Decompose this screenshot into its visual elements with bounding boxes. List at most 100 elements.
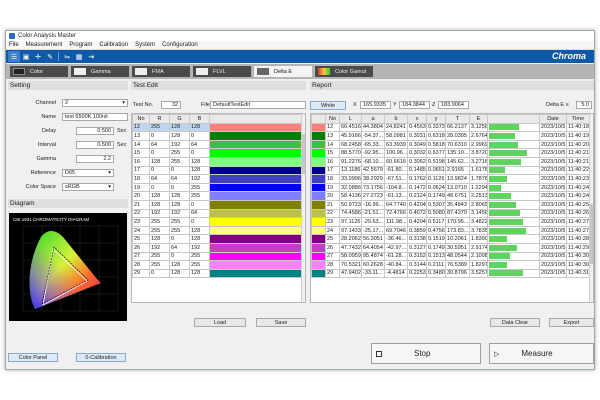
delta-e-bar-fill — [489, 261, 508, 268]
deltae-input[interactable]: 5.0 — [576, 101, 592, 109]
table-row[interactable]: 27 255 0 255 — [132, 251, 302, 262]
report-scrollbar[interactable] — [589, 114, 593, 302]
table-row[interactable]: 28 255 128 255 — [132, 260, 302, 270]
measure-button[interactable]: ▷ Measure — [489, 343, 594, 364]
save-icon[interactable]: ▣ — [20, 51, 32, 62]
cell-l: 32.0886 — [339, 182, 362, 193]
color-swatch — [311, 182, 326, 193]
diagram-header: Diagram — [8, 199, 128, 208]
stop-button[interactable]: Stop — [371, 343, 481, 364]
export-button[interactable]: Export — [549, 318, 594, 327]
table-row[interactable]: 25 28.2062 56.3051 -36.46... 0.3138 0.1519 10.… — [311, 234, 590, 244]
menu-configuration[interactable]: Configuration — [162, 42, 198, 48]
table-row[interactable]: 14 68.2458 -65.33... 63.3939 0.3049 0.5818 70.… — [311, 139, 590, 150]
testno-input[interactable]: 32 — [161, 101, 181, 109]
interval-input[interactable]: 0.500 — [76, 141, 114, 149]
zero-calibration-button[interactable]: 0-Calibration — [76, 353, 126, 362]
testedit-scrollbar[interactable] — [301, 114, 305, 302]
grid-icon[interactable]: ▦ — [73, 51, 85, 62]
reference-select[interactable]: D65 ▾ — [62, 169, 114, 177]
color-swatch — [209, 131, 302, 141]
table-row[interactable]: 22 192 192 64 — [132, 208, 302, 219]
table-row[interactable]: 18 33.0996 38.2929 -67.51... 0.1762 0.1126 13.… — [311, 174, 590, 184]
table-row[interactable]: 23 255 255 0 — [132, 217, 302, 227]
export-icon[interactable]: ⇥ — [85, 51, 97, 62]
y-label: Y — [393, 102, 397, 108]
table-row[interactable]: 26 47.7432 64.4054 -42.97... 0.3127 0.1749 30.… — [311, 242, 590, 253]
table-row[interactable]: 17 13.1186 42.5679 -61.80... 0.1485 0.0651 2.9… — [311, 165, 590, 176]
table-row[interactable]: 13 45.9166 -54.37... 58.0981 0.3031 0.6318 28.… — [311, 131, 590, 141]
cell-a: 38.2929 — [361, 174, 385, 184]
table-row[interactable]: 24 255 255 128 — [132, 225, 302, 236]
report-table: No L a b x y T E Date Time 12 66.4516 44.3… — [310, 113, 594, 303]
table-row[interactable]: 28 70.5321 60.2628 -40.84... 0.3144 0.2111 76.… — [311, 260, 590, 270]
table-row[interactable]: 12 255 128 128 — [132, 122, 302, 133]
name-input[interactable]: test 6500K 100nit — [62, 113, 128, 121]
tab-gamma[interactable]: Gamma — [71, 66, 129, 77]
table-row[interactable]: 13 0 128 0 — [132, 131, 302, 141]
table-row[interactable]: 20 58.4136 27.2723 -61.13... 0.2124 0.1749 48.… — [311, 191, 590, 201]
cell-x: 0.3031 — [407, 131, 427, 141]
gamma-input[interactable]: 2.2 — [76, 155, 114, 163]
color-swatch — [311, 208, 326, 219]
table-row[interactable]: 20 128 128 255 — [132, 191, 302, 201]
colorspace-select[interactable]: sRGB ▾ — [62, 183, 114, 191]
table-row[interactable]: 19 32.0886 73.1756 -104.8... 0.1472 0.0624 13.… — [311, 182, 590, 193]
menu-measurement[interactable]: Measurement — [26, 42, 63, 48]
data-clear-button[interactable]: Data Clear — [490, 318, 540, 327]
table-row[interactable]: 19 0 0 255 — [132, 182, 302, 193]
table-row[interactable]: 21 128 128 0 — [132, 199, 302, 210]
table-row[interactable]: 15 0 255 0 — [132, 148, 302, 158]
table-row[interactable]: 22 74.4586 -21.51... 72.4766 0.4072 0.5080 87.… — [311, 208, 590, 219]
table-row[interactable]: 26 192 64 192 — [132, 242, 302, 253]
table-row[interactable]: 15 88.5770 -92.95... 100.96... 0.3032 0.6377 1… — [311, 148, 590, 158]
delay-input[interactable]: 0.500 — [76, 127, 114, 135]
table-cell: 255 — [189, 251, 210, 262]
list-icon[interactable]: ☰ — [8, 51, 20, 62]
table-row[interactable]: 21 50.9723 -16.99... 64.7740 0.4204 0.5307 35.… — [311, 199, 590, 210]
color-swatch — [209, 148, 302, 158]
table-row[interactable]: 25 128 0 128 — [132, 234, 302, 244]
cell-l: 47.7432 — [339, 242, 362, 253]
white-button[interactable]: White — [310, 101, 346, 110]
cell-y: 0.0651 — [426, 165, 446, 176]
table-cell: 128 — [189, 268, 210, 279]
pen-icon[interactable]: ✎ — [44, 51, 56, 62]
file-input[interactable]: DefaultTestEdit — [210, 101, 306, 109]
table-row[interactable]: 12 66.4516 44.3804 24.8241 0.4563 0.3373 66.21… — [311, 122, 590, 133]
link-icon[interactable]: ⇋ — [61, 51, 73, 62]
channel-select[interactable]: 2 ▾ — [62, 99, 128, 107]
cell-x: 0.3032 — [407, 148, 427, 158]
table-cell: 17 — [132, 165, 150, 176]
cell-a: -68.10... — [361, 156, 385, 167]
tab-color[interactable]: Color — [10, 66, 68, 77]
table-row[interactable]: 14 64 192 64 — [132, 139, 302, 150]
cell-time: 11:40:21 — [566, 156, 590, 167]
menu-calibration[interactable]: Calibration — [99, 42, 128, 48]
col-l: L — [339, 114, 362, 124]
table-row[interactable]: 16 91.2276 -68.10... 60.6616 0.3062 0.5198 145… — [311, 156, 590, 167]
load-button[interactable]: Load — [194, 318, 246, 327]
table-row[interactable]: 23 97.1126 -29.63... 111.98... 0.4204 0.5117 1… — [311, 217, 590, 227]
table-row[interactable]: 29 0 128 128 — [132, 268, 302, 279]
deltae-label: Delta E ≤ — [546, 102, 569, 108]
menu-system[interactable]: System — [135, 42, 155, 48]
cell-no: 25 — [325, 234, 340, 244]
tab-flvl[interactable]: FLVL — [193, 66, 251, 77]
tab-delta-e[interactable]: Delta E — [254, 66, 312, 77]
menu-program[interactable]: Program — [69, 42, 92, 48]
save-button[interactable]: Save — [256, 318, 306, 327]
tab-fma[interactable]: FMA — [132, 66, 190, 77]
table-row[interactable]: 27 58.0959 95.4874 -61.28... 0.3152 0.1513 48.… — [311, 251, 590, 262]
cell-date: 2023/10/5 — [539, 217, 567, 227]
table-row[interactable]: 17 0 0 128 — [132, 165, 302, 176]
cell-time: 11:40:24 — [566, 182, 590, 193]
crosshair-icon[interactable]: ✛ — [32, 51, 44, 62]
tab-color-gamut[interactable]: Color Gamut — [315, 66, 373, 77]
menu-file[interactable]: File — [9, 42, 19, 48]
table-row[interactable]: 24 97.1433 -25.17... 69.7046 0.3859 0.4756 173… — [311, 225, 590, 236]
table-row[interactable]: 18 64 64 192 — [132, 174, 302, 184]
table-row[interactable]: 29 47.9402 -33.11... -4.4814 0.2253 0.3480 30.… — [311, 268, 590, 279]
color-panel-button[interactable]: Color Panel — [8, 353, 58, 362]
table-row[interactable]: 16 128 255 128 — [132, 156, 302, 167]
